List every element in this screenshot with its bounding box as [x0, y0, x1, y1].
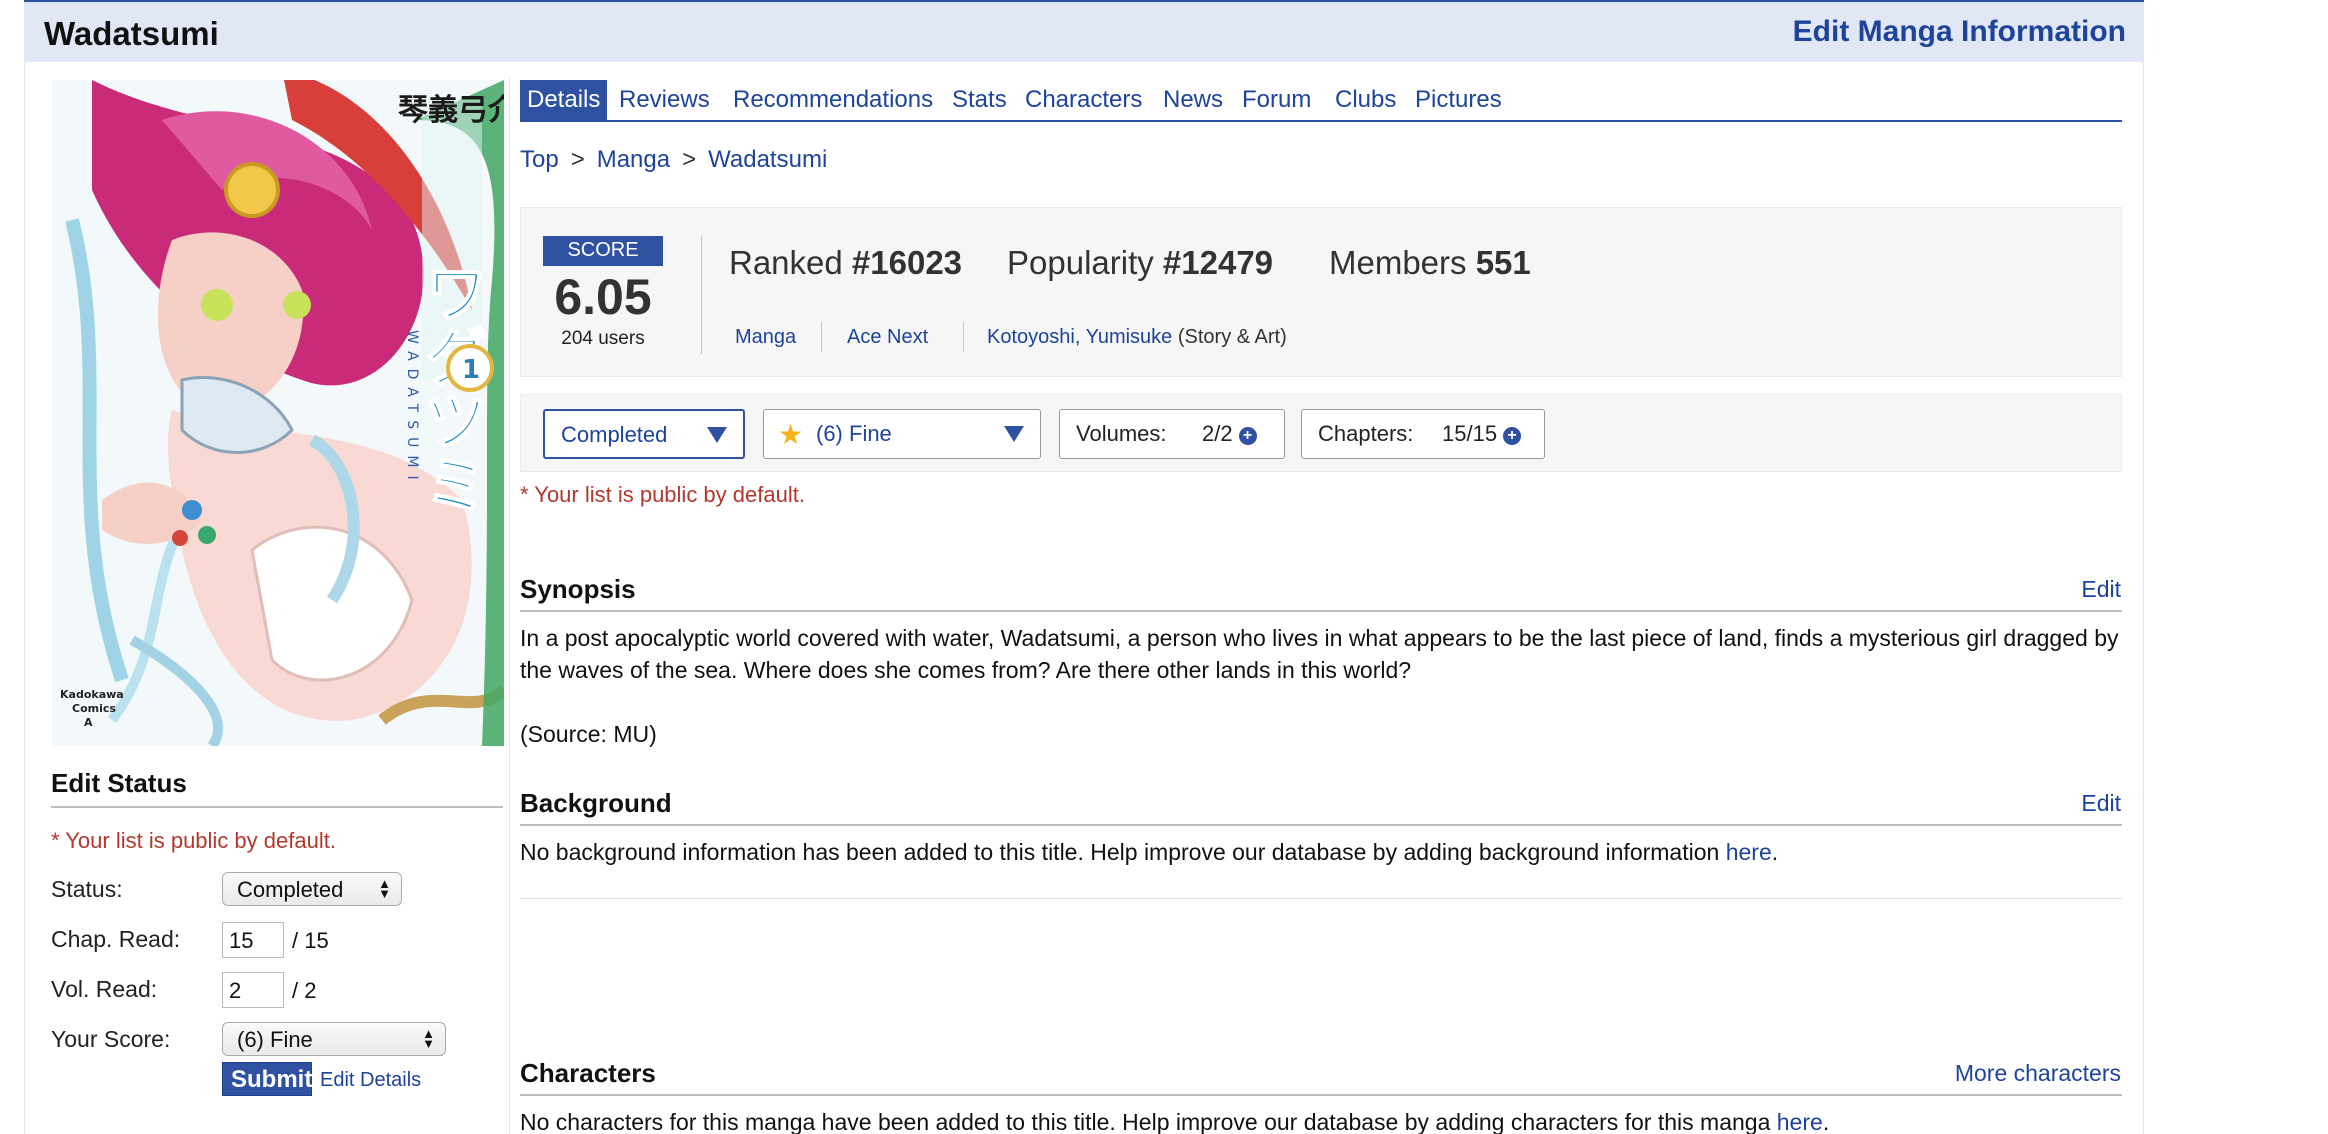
vol-total: / 2	[292, 978, 317, 1003]
background-text: No background information has been added…	[520, 839, 1779, 865]
characters-here-link[interactable]: here	[1777, 1109, 1823, 1134]
vol-read-input[interactable]: 2	[222, 972, 284, 1008]
cover-romaji: WADATSUMI	[404, 330, 420, 488]
synopsis-text: In a post apocalyptic world covered with…	[520, 625, 2119, 683]
stats-divider	[701, 236, 702, 354]
frame-border-left	[24, 62, 25, 1134]
edit-status-heading: Edit Status	[51, 768, 187, 798]
increment-volumes-icon[interactable]: +	[1238, 427, 1257, 445]
ranked-stat: Ranked #16023	[729, 244, 963, 281]
tab-clubs[interactable]: Clubs	[1328, 80, 1403, 120]
status-label: Status:	[51, 876, 123, 902]
edit-details-link[interactable]: Edit Details	[320, 1069, 421, 1092]
synopsis-source: (Source: MU)	[520, 721, 657, 747]
cover-image[interactable]: 琴義弓介 ワダツミ 1 WADATSUMI Kadokawa Comics A	[52, 80, 504, 746]
characters-heading: Characters	[520, 1058, 656, 1088]
edit-status-divider	[51, 806, 503, 808]
tab-reviews[interactable]: Reviews	[612, 80, 717, 120]
frame-border-right	[2143, 62, 2144, 1134]
select-arrows-icon: ▲ ▼	[378, 876, 391, 901]
chap-total: / 15	[292, 928, 329, 953]
page-header: Wadatsumi Edit Manga Information	[24, 0, 2144, 62]
chap-read-input[interactable]: 15	[222, 922, 284, 958]
breadcrumb-wadatsumi[interactable]: Wadatsumi	[708, 146, 827, 173]
score-stats-box: SCORE 6.05 204 users Ranked #16023 Popul…	[520, 207, 2122, 377]
edit-manga-information-link[interactable]: Edit Manga Information	[1793, 15, 2126, 49]
public-list-note: * Your list is public by default.	[51, 828, 336, 853]
breadcrumb-manga[interactable]: Manga	[597, 146, 670, 173]
background-divider	[520, 824, 2122, 826]
column-divider	[509, 78, 510, 1134]
cover-publisher: Kadokawa	[60, 688, 124, 701]
submit-button[interactable]: Submit	[222, 1062, 312, 1096]
synopsis-heading: Synopsis	[520, 574, 636, 604]
status-select[interactable]: Completed ▲ ▼	[222, 872, 402, 906]
volumes-value: 2/2 +	[1202, 421, 1257, 447]
cover-volume-number: 1	[462, 355, 480, 385]
tab-forum[interactable]: Forum	[1235, 80, 1318, 120]
members-stat: Members 551	[1329, 244, 1531, 281]
tab-pictures[interactable]: Pictures	[1408, 80, 1509, 120]
chapters-value: 15/15 +	[1442, 421, 1522, 447]
svg-text:Comics: Comics	[72, 702, 116, 715]
tab-stats[interactable]: Stats	[945, 80, 1014, 120]
tab-details[interactable]: Details	[520, 80, 608, 120]
cover-illustration: 琴義弓介 ワダツミ 1 WADATSUMI Kadokawa Comics A	[52, 80, 504, 746]
vol-read-label: Vol. Read:	[51, 976, 158, 1002]
cover-author-jp: 琴義弓介	[398, 93, 504, 128]
your-score-label: Your Score:	[51, 1026, 171, 1052]
score-label: SCORE	[543, 236, 663, 266]
select-arrows-icon: ▲ ▼	[422, 1026, 435, 1051]
dropdown-arrow-icon	[1004, 426, 1024, 442]
breadcrumb: Top > Manga > Wadatsumi	[520, 146, 828, 173]
list-update-bar: Completed ★ (6) Fine Volumes: 2/2 + Chapt…	[520, 394, 2122, 472]
background-edit-link[interactable]: Edit	[2081, 790, 2121, 817]
volumes-counter: Volumes: 2/2 +	[1059, 409, 1285, 459]
page-title: Wadatsumi	[44, 15, 219, 52]
your-score-select[interactable]: (6) Fine ▲ ▼	[222, 1022, 446, 1056]
type-link[interactable]: Manga	[735, 326, 796, 349]
status-dropdown[interactable]: Completed	[543, 409, 745, 459]
author-link[interactable]: Kotoyoshi, Yumisuke	[987, 326, 1172, 348]
characters-divider	[520, 1094, 2122, 1096]
tab-bar: Details Reviews Recommendations Stats Ch…	[520, 80, 2122, 122]
public-list-note-main: * Your list is public by default.	[520, 482, 805, 507]
tab-news[interactable]: News	[1156, 80, 1230, 120]
breadcrumb-top[interactable]: Top	[520, 146, 559, 173]
serialization-link[interactable]: Ace Next	[847, 326, 928, 349]
characters-text: No characters for this manga have been a…	[520, 1109, 1830, 1134]
background-here-link[interactable]: here	[1726, 839, 1772, 865]
tab-characters[interactable]: Characters	[1018, 80, 1149, 120]
section-divider	[520, 898, 2122, 899]
svg-text:A: A	[84, 716, 93, 729]
increment-chapters-icon[interactable]: +	[1503, 427, 1522, 445]
background-heading: Background	[520, 788, 672, 818]
score-value: 6.05	[554, 269, 652, 325]
score-dropdown[interactable]: ★ (6) Fine	[763, 409, 1041, 459]
popularity-stat: Popularity #12479	[1007, 244, 1274, 281]
author-info: Kotoyoshi, Yumisuke (Story & Art)	[987, 326, 1287, 349]
more-characters-link[interactable]: More characters	[1955, 1060, 2121, 1087]
score-users: 204 users	[561, 328, 645, 349]
chapters-counter: Chapters: 15/15 +	[1301, 409, 1545, 459]
synopsis-edit-link[interactable]: Edit	[2081, 576, 2121, 603]
chap-read-label: Chap. Read:	[51, 926, 181, 952]
star-icon: ★	[778, 419, 804, 450]
tab-recommendations[interactable]: Recommendations	[726, 80, 940, 120]
synopsis-divider	[520, 610, 2122, 612]
dropdown-arrow-icon	[707, 427, 727, 443]
author-role: (Story & Art)	[1177, 326, 1287, 348]
